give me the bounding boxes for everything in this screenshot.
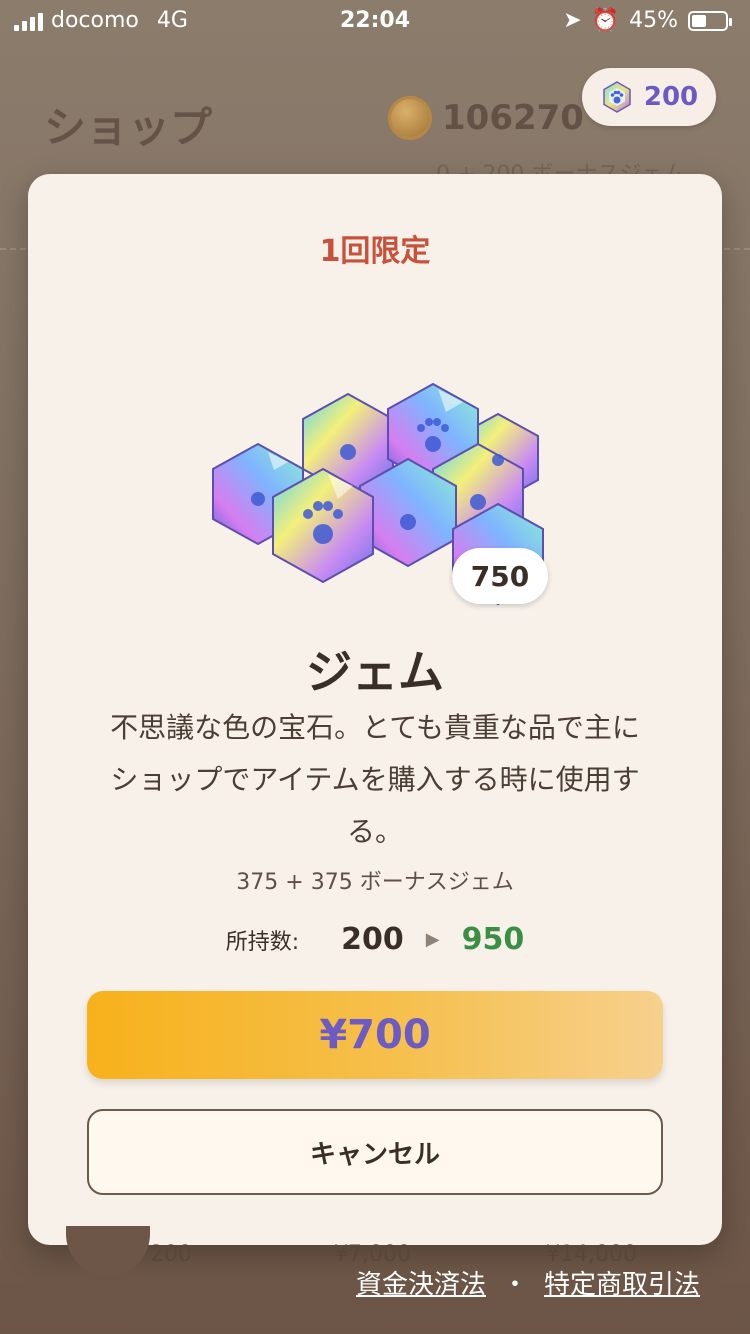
item-name: ジェム — [306, 645, 444, 699]
buy-button[interactable]: ¥700 — [87, 991, 663, 1079]
shop-title: ショップ — [44, 103, 213, 152]
limited-offer-label: 1回限定 — [319, 234, 431, 269]
battery-icon — [688, 10, 732, 31]
cancel-label: キャンセル — [309, 1139, 440, 1170]
link-separator: ・ — [501, 1270, 528, 1300]
footer-value-1: 200 — [150, 1242, 192, 1267]
coin-icon — [388, 96, 432, 140]
item-description: 不思議な色の宝石。とても貴重な品で主にショップでアイテムを購入する時に使用する。 — [110, 711, 640, 848]
gem-amount-badge: 750 — [452, 548, 548, 604]
legal-links: 資金決済法 ・ 特定商取引法 — [356, 1264, 700, 1301]
buy-price: ¥700 — [319, 1012, 431, 1058]
coin-value: 106270 — [442, 98, 584, 138]
item-thumbnail — [66, 1226, 150, 1276]
owned-current: 200 — [341, 922, 404, 957]
owned-after: 950 — [461, 922, 525, 957]
coin-balance: 106270 — [388, 96, 584, 140]
purchase-modal: 1回限定 750 ジェム 不思議な色の宝石。とても貴重な品で主にショップでアイテ… — [28, 174, 722, 1245]
battery-percent: 45% — [629, 8, 678, 33]
battery-fill — [692, 14, 707, 27]
status-right: ➤ ⏰ 45% — [563, 8, 732, 33]
gem-balance-chip[interactable]: 200 — [582, 68, 716, 126]
owned-label: 所持数: — [225, 929, 300, 955]
commercial-transactions-act-link[interactable]: 特定商取引法 — [544, 1264, 700, 1301]
bonus-breakdown: 375 + 375 ボーナスジェム — [236, 870, 514, 895]
cancel-button[interactable]: キャンセル — [87, 1109, 663, 1195]
gem-balance-value: 200 — [643, 82, 699, 112]
owned-count-row: 所持数: 200 ▶ 950 — [28, 922, 722, 957]
gem-paw-icon — [603, 81, 631, 113]
arrow-right-icon: ▶ — [425, 929, 440, 950]
status-bar: docomo 4G 22:04 ➤ ⏰ 45% — [0, 0, 750, 40]
alarm-icon: ⏰ — [591, 8, 620, 33]
location-icon: ➤ — [563, 8, 582, 33]
payment-services-act-link[interactable]: 資金決済法 — [356, 1264, 486, 1301]
